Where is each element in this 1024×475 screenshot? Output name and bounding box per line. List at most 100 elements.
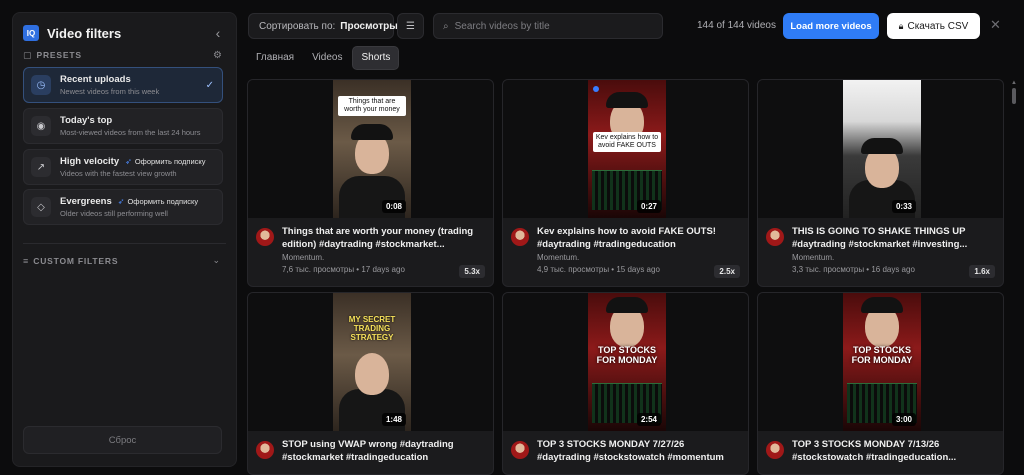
video-card[interactable]: 0:33 THIS IS GOING TO SHAKE THINGS UP #d… xyxy=(757,79,1004,287)
gear-icon[interactable]: ⚙ xyxy=(213,50,222,61)
video-thumbnail: MY SECRET TRADING STRATEGY 1:48 xyxy=(248,293,493,431)
rocket-icon: ➶ xyxy=(117,197,125,206)
thumbnail-cap xyxy=(861,138,903,154)
clock-icon: ◷ xyxy=(31,75,51,95)
diamond-icon: ◇ xyxy=(31,197,51,217)
channel-avatar[interactable] xyxy=(511,441,529,459)
load-more-button[interactable]: Load more videos xyxy=(783,13,879,39)
download-csv-label: Скачать CSV xyxy=(907,20,969,32)
video-text: TOP 3 STOCKS MONDAY 7/27/26 #daytrading … xyxy=(537,439,740,464)
scroll-up-arrow-icon[interactable]: ▲ xyxy=(1011,80,1017,86)
preset-title-row: High velocity ➶ Оформить подписку xyxy=(60,156,222,167)
video-title[interactable]: THIS IS GOING TO SHAKE THINGS UP #daytra… xyxy=(792,226,995,251)
video-meta: THIS IS GOING TO SHAKE THINGS UP #daytra… xyxy=(766,226,995,274)
presets-label: PRESETS xyxy=(36,50,82,60)
video-meta: TOP 3 STOCKS MONDAY 7/27/26 #daytrading … xyxy=(511,439,740,464)
custom-filters-toggle[interactable]: ≡ CUSTOM FILTERS ⌄ xyxy=(23,255,220,266)
video-stats: 4,9 тыс. просмотры • 15 days ago xyxy=(537,265,660,274)
close-icon[interactable]: ✕ xyxy=(990,17,1001,33)
video-text: Kev explains how to avoid FAKE OUTS! #da… xyxy=(537,226,740,274)
scrollbar-thumb[interactable] xyxy=(1012,88,1016,104)
video-card[interactable]: MY SECRET TRADING STRATEGY 1:48 STOP usi… xyxy=(247,292,494,475)
search-icon: ⌕ xyxy=(443,20,449,32)
preset-title: Recent uploads xyxy=(60,74,131,85)
preset-todays-top[interactable]: ◉ Today's top Most-viewed videos from th… xyxy=(23,108,223,144)
video-title[interactable]: TOP 3 STOCKS MONDAY 7/13/26 #stockstowat… xyxy=(792,439,995,464)
video-title[interactable]: Kev explains how to avoid FAKE OUTS! #da… xyxy=(537,226,740,251)
performance-badge: 1.6x xyxy=(969,265,995,278)
video-card[interactable]: TOP STOCKS FOR MONDAY 2:54 TOP 3 STOCKS … xyxy=(502,292,749,475)
performance-badge: 2.5x xyxy=(714,265,740,278)
check-icon: ✓ xyxy=(205,79,214,91)
preset-subtitle: Most-viewed videos from the last 24 hour… xyxy=(60,128,201,137)
video-meta: STOP using VWAP wrong #daytrading #stock… xyxy=(256,439,485,464)
thumbnail-caption: TOP STOCKS FOR MONDAY xyxy=(851,345,913,365)
channel-avatar[interactable] xyxy=(511,228,529,246)
video-thumbnail: TOP STOCKS FOR MONDAY 2:54 xyxy=(503,293,748,431)
reset-button[interactable]: Сброс xyxy=(23,426,222,454)
channel-avatar[interactable] xyxy=(256,441,274,459)
video-title[interactable]: TOP 3 STOCKS MONDAY 7/27/26 #daytrading … xyxy=(537,439,740,464)
preset-subtitle: Videos with the fastest view growth xyxy=(60,169,177,178)
duration-badge: 0:27 xyxy=(636,200,661,213)
video-card[interactable]: Kev explains how to avoid FAKE OUTS 0:27… xyxy=(502,79,749,287)
preset-text: Today's top Most-viewed videos from the … xyxy=(60,115,222,137)
thumbnail-frame: Things that are worth your money 0:08 xyxy=(333,80,411,218)
preset-high-velocity[interactable]: ↗ High velocity ➶ Оформить подписку Video… xyxy=(23,149,223,185)
video-text: TOP 3 STOCKS MONDAY 7/13/26 #stockstowat… xyxy=(792,439,995,464)
preset-evergreens[interactable]: ◇ Evergreens ➶ Оформить подписку Older vi… xyxy=(23,189,223,225)
eye-icon: ◉ xyxy=(31,116,51,136)
preset-recent-uploads[interactable]: ◷ Recent uploads Newest videos from this… xyxy=(23,67,223,103)
sort-label: Сортировать по: xyxy=(259,20,336,32)
preset-title: Evergreens xyxy=(60,196,112,207)
sort-dropdown[interactable]: Сортировать по: Просмотры xyxy=(248,13,398,39)
search-input[interactable] xyxy=(454,20,645,32)
lock-icon: 🔒︎ xyxy=(898,20,904,31)
sidebar-divider xyxy=(23,243,226,244)
channel-name[interactable]: Momentum. xyxy=(792,253,995,262)
app-logo-icon: IQ xyxy=(23,25,39,41)
duration-badge: 1:48 xyxy=(381,413,406,426)
preset-text: Recent uploads Newest videos from this w… xyxy=(60,74,206,96)
search-box[interactable]: ⌕ xyxy=(433,13,663,39)
video-thumbnail: Kev explains how to avoid FAKE OUTS 0:27 xyxy=(503,80,748,218)
video-text: Things that are worth your money (tradin… xyxy=(282,226,485,274)
tab-videos[interactable]: Videos xyxy=(304,46,350,70)
thumbnail-frame: 0:33 xyxy=(843,80,921,218)
thumbnail-frame: MY SECRET TRADING STRATEGY 1:48 xyxy=(333,293,411,431)
thumbnail-cap xyxy=(861,297,903,313)
subscribe-tag[interactable]: ➶ Оформить подписку xyxy=(118,197,198,206)
video-meta: Things that are worth your money (tradin… xyxy=(256,226,485,274)
subscribe-tag[interactable]: ➶ Оформить подписку xyxy=(125,157,205,166)
download-csv-button[interactable]: 🔒︎ Скачать CSV xyxy=(887,13,980,39)
subscribe-tag-label: Оформить подписку xyxy=(134,157,206,166)
video-count: 144 of 144 videos xyxy=(697,20,776,31)
tab-main[interactable]: Главная xyxy=(248,46,302,70)
sort-value: Просмотры xyxy=(340,20,398,32)
sort-direction-icon[interactable]: ☰ xyxy=(397,13,424,39)
channel-avatar[interactable] xyxy=(766,228,784,246)
video-title[interactable]: Things that are worth your money (tradin… xyxy=(282,226,485,251)
preset-title-row: Evergreens ➶ Оформить подписку xyxy=(60,196,222,207)
preset-text: Evergreens ➶ Оформить подписку Older vide… xyxy=(60,196,222,218)
video-stats: 7,6 тыс. просмотры • 17 days ago xyxy=(282,265,405,274)
channel-name[interactable]: Momentum. xyxy=(282,253,485,262)
tab-shorts[interactable]: Shorts xyxy=(352,46,400,70)
app-root: IQ Video filters ‹ ▢ PRESETS ⚙ ◷ Recent … xyxy=(0,0,1024,475)
thumbnail-caption: MY SECRET TRADING STRATEGY xyxy=(348,315,396,342)
collapse-chevron-icon[interactable]: ‹ xyxy=(210,25,226,41)
duration-badge: 0:08 xyxy=(381,200,406,213)
live-dot-icon xyxy=(593,86,599,92)
video-meta: TOP 3 STOCKS MONDAY 7/13/26 #stockstowat… xyxy=(766,439,995,464)
video-card[interactable]: Things that are worth your money 0:08 Th… xyxy=(247,79,494,287)
video-text: THIS IS GOING TO SHAKE THINGS UP #daytra… xyxy=(792,226,995,274)
video-title[interactable]: STOP using VWAP wrong #daytrading #stock… xyxy=(282,439,485,464)
channel-avatar[interactable] xyxy=(256,228,274,246)
video-card[interactable]: TOP STOCKS FOR MONDAY 3:00 TOP 3 STOCKS … xyxy=(757,292,1004,475)
video-text: STOP using VWAP wrong #daytrading #stock… xyxy=(282,439,485,464)
preset-subtitle: Newest videos from this week xyxy=(60,87,160,96)
video-thumbnail: 0:33 xyxy=(758,80,1003,218)
channel-name[interactable]: Momentum. xyxy=(537,253,740,262)
chevron-down-icon: ⌄ xyxy=(212,255,220,265)
channel-avatar[interactable] xyxy=(766,441,784,459)
